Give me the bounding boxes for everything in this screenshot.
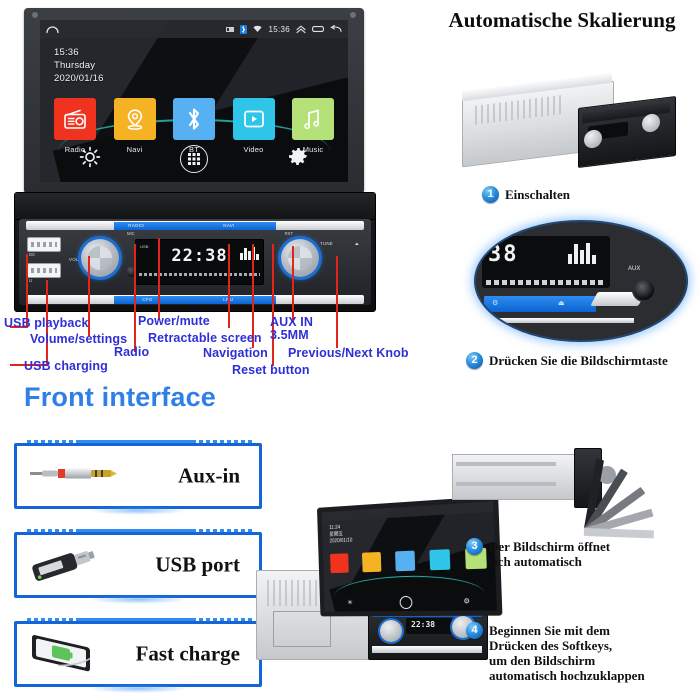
- phone-charging-icon: [28, 630, 114, 679]
- card-aux-in: Aux-in: [14, 443, 262, 509]
- vol-label: VOL: [69, 257, 79, 262]
- video-play-icon: [233, 98, 275, 140]
- card-label: USB port: [155, 553, 240, 578]
- bluetooth-icon: [240, 25, 247, 34]
- callout-power-mute: Power/mute: [138, 314, 210, 328]
- panel-top-lip: [15, 193, 375, 220]
- step-badge: 4: [466, 622, 483, 639]
- wifi-icon: [253, 25, 262, 33]
- step-3: 3 Der Bildschirm öffnet sich automatisch: [466, 538, 610, 569]
- inset-aux-jack: [632, 278, 656, 302]
- leader-line-radio: [134, 244, 136, 352]
- usb-upper-mark: DS: [29, 252, 35, 257]
- leader-line-power-mute: [158, 238, 160, 320]
- callout-usb-charging: USB charging: [24, 359, 108, 373]
- front-panel: RADIO NAVI CFG LRU DS U VOL MIC USB 22:3…: [14, 192, 376, 312]
- front-interface-title: Front interface: [24, 382, 216, 413]
- location-pin-icon: [114, 98, 156, 140]
- tune-knob[interactable]: [281, 239, 319, 277]
- zoom-inset-lcd-aux: 38 ⚙ ⏏ AUX: [476, 222, 686, 340]
- status-bar-time: 15:36: [268, 25, 290, 34]
- volume-knob[interactable]: [81, 239, 119, 277]
- step-badge: 1: [482, 186, 499, 203]
- callout-retractable-screen: Retractable screen: [148, 331, 262, 345]
- lcd-display: USB 22:38: [135, 239, 264, 285]
- card-usb-port: USB port: [14, 532, 262, 598]
- btn-label-navi: NAVI: [223, 223, 235, 228]
- radio-icon: [54, 98, 96, 140]
- app-drawer-icon[interactable]: [180, 145, 208, 173]
- step-1: 1 Einschalten: [482, 186, 570, 203]
- leader-line-prev-next: [336, 256, 338, 348]
- callout-reset-button: Reset button: [232, 363, 310, 377]
- callout-radio: Radio: [114, 345, 149, 359]
- callout-prev-next-knob: Previous/Next Knob: [288, 346, 409, 360]
- leader-line-retractable: [228, 244, 230, 328]
- screen-position-5: [584, 528, 654, 538]
- inset-lcd-digits: 38: [488, 242, 519, 267]
- bottom-screen-date: 2020/01/10: [330, 538, 353, 546]
- inset-equalizer-icon: [568, 242, 596, 264]
- face-plate: RADIO NAVI CFG LRU DS U VOL MIC USB 22:3…: [19, 219, 371, 305]
- bluetooth-icon: [173, 98, 215, 140]
- aux-plug-icon: [28, 464, 120, 489]
- unit-closed-photo: [462, 78, 678, 170]
- usb-port-lower[interactable]: [27, 263, 61, 278]
- settings-gear-icon[interactable]: [287, 146, 309, 173]
- card-label: Aux-in: [178, 464, 240, 489]
- btn-label-radio: RADIO: [128, 223, 144, 228]
- usb-lower-mark: U: [29, 278, 32, 283]
- step-badge: 3: [466, 538, 483, 555]
- lcd-mini-indicator: USB: [140, 244, 148, 249]
- usb-port-upper[interactable]: [27, 237, 61, 252]
- clock-weekday: Thursday: [54, 59, 104, 72]
- step-badge: 2: [466, 352, 483, 369]
- callout-navigation: Navigation: [203, 346, 268, 360]
- callout-volume-settings: Volume/settings: [30, 332, 127, 346]
- recents-icon[interactable]: [312, 25, 324, 33]
- clock-date: 2020/01/16: [54, 72, 104, 85]
- back-icon[interactable]: [330, 25, 342, 33]
- screen-bezel: 15:36 15:36 Thursday 2020/01/16 Radio Na…: [24, 8, 364, 194]
- mic-label: MIC: [127, 231, 135, 236]
- step-4: 4 Beginnen Sie mit dem Drücken des Softk…: [466, 622, 645, 683]
- music-note-icon: [292, 98, 334, 140]
- touch-screen[interactable]: 15:36 15:36 Thursday 2020/01/16 Radio Na…: [40, 20, 348, 182]
- instructions-column: Automatische Skalierung 1 Einschalten 38: [420, 0, 700, 700]
- step-text: Drücken Sie die Bildschirmtaste: [489, 352, 668, 368]
- screen-lift-motion-photo: [444, 388, 684, 528]
- lcd-equalizer-icon: [240, 246, 259, 260]
- usb-stick-icon: [28, 543, 106, 588]
- leader-line-reset: [272, 244, 274, 366]
- inset-aux-label: AUX: [628, 266, 640, 272]
- card-fast-charge: Fast charge: [14, 621, 262, 687]
- eject-icon: ⏏: [355, 241, 359, 246]
- callout-aux-in: AUX IN 3.5MM: [270, 316, 313, 342]
- section-title: Automatische Skalierung: [426, 8, 698, 33]
- infographic-page: 15:36 15:36 Thursday 2020/01/16 Radio Na…: [0, 0, 700, 700]
- front-interface-section: Front interface Aux-in USB port Fast cha…: [0, 380, 290, 700]
- step-text: Einschalten: [505, 186, 570, 202]
- status-bar: 15:36: [40, 20, 348, 38]
- btn-label-cfg: CFG: [142, 297, 153, 302]
- chevrons-up-icon[interactable]: [296, 25, 306, 34]
- clock-time: 15:36: [54, 46, 104, 59]
- tune-label: TUNE: [320, 241, 333, 246]
- reset-mark: RST: [285, 231, 293, 236]
- signal-icon: [226, 25, 234, 33]
- brightness-icon[interactable]: [79, 146, 101, 173]
- step-2: 2 Drücken Sie die Bildschirmtaste: [466, 352, 668, 369]
- dock-bar: [40, 142, 348, 176]
- clock-widget: 15:36 Thursday 2020/01/16: [54, 46, 104, 85]
- head-unit-front-view: 15:36 15:36 Thursday 2020/01/16 Radio Na…: [6, 6, 384, 316]
- home-cloud-icon[interactable]: [46, 25, 59, 34]
- callout-usb-playback: USB playback: [4, 316, 89, 330]
- lcd-time: 22:38: [171, 246, 227, 266]
- leader-line-aux-in: [292, 246, 294, 322]
- step-text: Der Bildschirm öffnet sich automatisch: [489, 538, 610, 569]
- card-label: Fast charge: [136, 642, 240, 667]
- step-text: Beginnen Sie mit dem Drücken des Softkey…: [489, 622, 645, 683]
